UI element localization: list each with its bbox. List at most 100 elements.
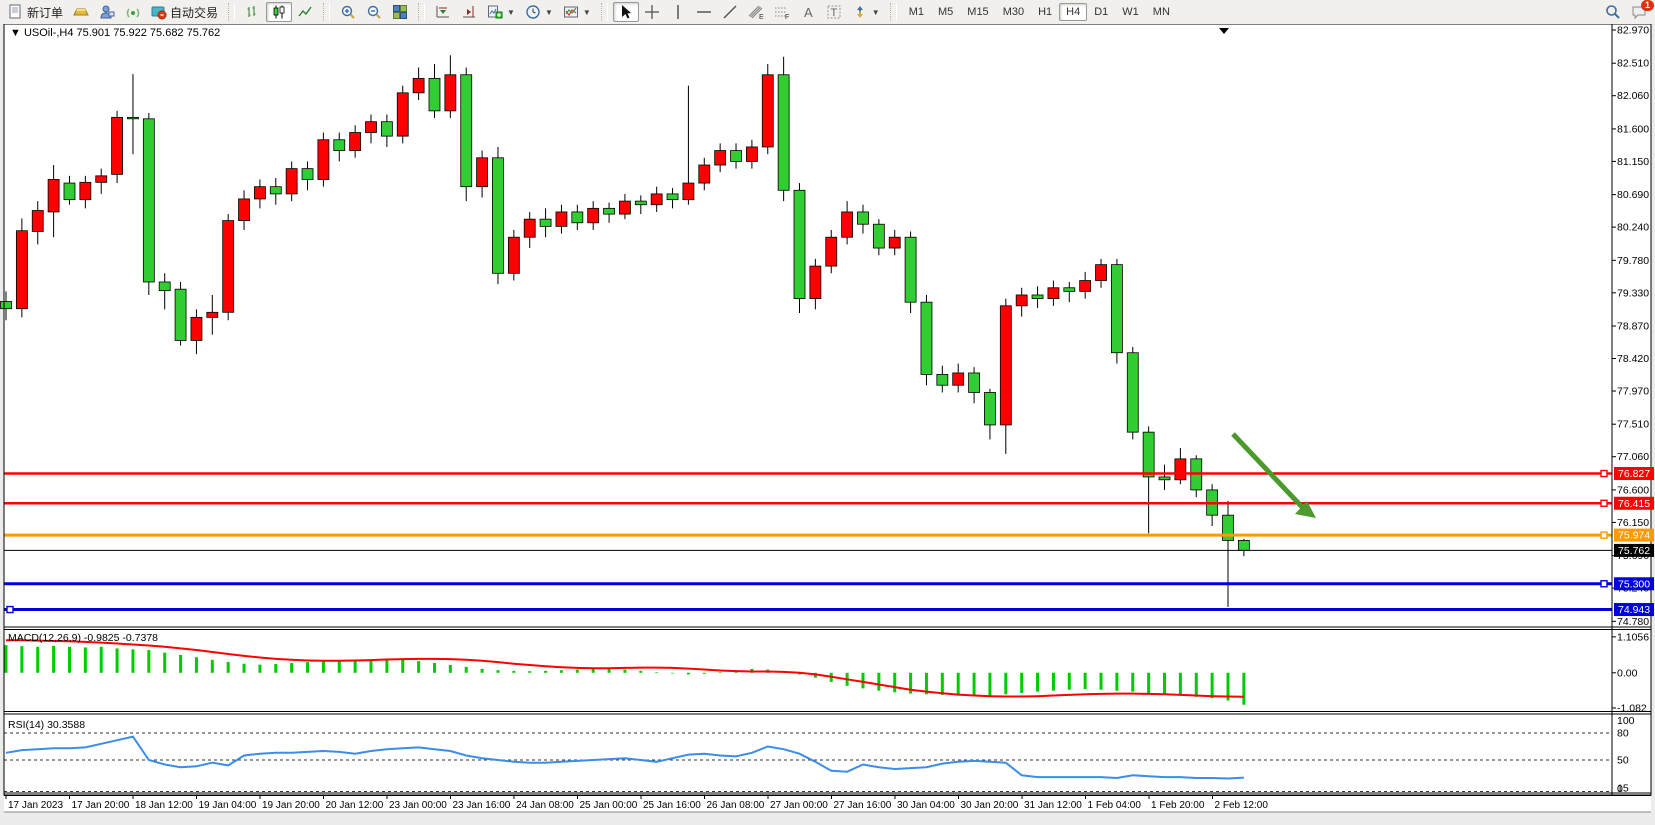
candle-body: [1175, 459, 1186, 480]
time-tick-label: 1 Feb 04:00: [1088, 800, 1142, 811]
candle-body: [239, 199, 250, 221]
horizontal-line-icon: [696, 4, 712, 20]
timeframe-button-h4[interactable]: H4: [1059, 3, 1087, 21]
auto-trading-label: 自动交易: [170, 4, 218, 21]
price-line-label[interactable]: 76.827: [1618, 468, 1650, 480]
fibo-retracement-button[interactable]: F: [769, 2, 795, 22]
chevron-down-icon: ▼: [507, 8, 515, 17]
timeframe-button-w1[interactable]: W1: [1115, 3, 1146, 21]
candle-body: [1064, 288, 1075, 292]
vertical-line-button[interactable]: [665, 2, 691, 22]
svg-text:A: A: [804, 5, 813, 20]
candlestick-button[interactable]: [266, 2, 292, 22]
timeframe-button-m30[interactable]: M30: [996, 3, 1031, 21]
tile-windows-button[interactable]: [387, 2, 413, 22]
price-line-handle[interactable]: [1601, 471, 1607, 477]
candle-body: [64, 183, 75, 200]
price-line-handle[interactable]: [1601, 581, 1607, 587]
price-line-handle[interactable]: [7, 607, 13, 613]
text-label-button[interactable]: T: [821, 2, 847, 22]
main-toolbar: 新订单 自动交易 ▼▼▼ EFAT▼ M1M5M15M30H1H4D1W1MN …: [0, 0, 1655, 25]
fibo-channel-button[interactable]: E: [743, 2, 769, 22]
line-chart-icon: [297, 4, 313, 20]
new-order-button[interactable]: 新订单: [3, 2, 68, 23]
autotrade-icon: [151, 4, 167, 20]
zoom-out-button[interactable]: [361, 2, 387, 22]
bar-chart-button[interactable]: [240, 2, 266, 22]
chart-title[interactable]: ▼ USOil-,H4 75.901 75.922 75.682 75.762: [10, 27, 220, 39]
candle-body: [619, 201, 630, 214]
price-tick-label: 78.420: [1617, 353, 1649, 365]
chevron-down-icon: ▼: [583, 8, 591, 17]
signals-button[interactable]: [120, 2, 146, 22]
line-chart-button[interactable]: [292, 2, 318, 22]
new-chart-icon: [487, 4, 503, 20]
market-watch-button[interactable]: [68, 2, 94, 22]
clock-button[interactable]: ▼: [520, 2, 558, 22]
new-chart-button[interactable]: ▼: [482, 2, 520, 22]
candle-body: [905, 237, 916, 302]
price-line-handle[interactable]: [1601, 532, 1607, 538]
trendline-button[interactable]: [717, 2, 743, 22]
candle-body: [1222, 515, 1233, 540]
price-line-label[interactable]: 76.415: [1618, 498, 1650, 510]
zoom-in-button[interactable]: [335, 2, 361, 22]
price-line-label[interactable]: 74.943: [1618, 604, 1650, 616]
text-label-icon: T: [826, 4, 842, 20]
price-line-handle[interactable]: [1601, 500, 1607, 506]
search-icon[interactable]: [1605, 4, 1621, 20]
timeframe-button-h1[interactable]: H1: [1031, 3, 1059, 21]
candle-body: [746, 147, 757, 161]
cursor-button[interactable]: [613, 2, 639, 22]
clock-icon: [525, 4, 541, 20]
timeframe-button-m1[interactable]: M1: [902, 3, 931, 21]
candle-body: [350, 133, 361, 151]
macd-tick-label: 0.00: [1617, 667, 1638, 679]
price-line-label[interactable]: 75.974: [1618, 530, 1650, 542]
candle-body: [286, 169, 297, 194]
timeframe-button-d1[interactable]: D1: [1087, 3, 1115, 21]
candle-body: [1000, 306, 1011, 425]
svg-text:T: T: [830, 7, 837, 19]
profile-chart-icon: [563, 4, 579, 20]
auto-trading-button[interactable]: 自动交易: [146, 2, 223, 23]
time-tick-label: 24 Jan 08:00: [516, 800, 574, 811]
candle-body: [604, 208, 615, 214]
crosshair-icon: [644, 4, 660, 20]
toolbar-separator: [890, 3, 897, 21]
notifications-button[interactable]: 1: [1631, 4, 1647, 20]
profile-chart-button[interactable]: ▼: [558, 2, 596, 22]
macd-tick-label: -1.082: [1617, 702, 1647, 714]
candle-body: [731, 151, 742, 162]
text-button[interactable]: A: [795, 2, 821, 22]
chart-shift-button[interactable]: [456, 2, 482, 22]
timeframe-button-m5[interactable]: M5: [931, 3, 960, 21]
chevron-down-icon: ▼: [872, 8, 880, 17]
candle-body: [937, 374, 948, 385]
candle-body: [1, 301, 12, 308]
horizontal-line-button[interactable]: [691, 2, 717, 22]
candle-body: [1127, 353, 1138, 432]
candle-body: [1159, 477, 1170, 480]
candle-body: [445, 75, 456, 111]
candle-body: [588, 208, 599, 222]
candle-body: [524, 219, 535, 237]
macd-label: MACD(12,26,9) -0.9825 -0.7378: [8, 632, 158, 644]
accounts-button[interactable]: [94, 2, 120, 22]
timeframe-button-m15[interactable]: M15: [960, 3, 995, 21]
autoscroll-button[interactable]: [430, 2, 456, 22]
candle-body: [715, 151, 726, 165]
candle-body: [461, 75, 472, 187]
chart-area[interactable]: 82.97082.51082.06081.60081.15080.69080.2…: [0, 24, 1655, 825]
toolbar-separator: [323, 3, 330, 21]
toolbar-separator: [601, 3, 608, 21]
price-line-label[interactable]: 75.300: [1618, 578, 1650, 590]
arrows-button[interactable]: ▼: [847, 2, 885, 22]
chart-svg[interactable]: 82.97082.51082.06081.60081.15080.69080.2…: [0, 24, 1655, 825]
price-line-label[interactable]: 75.762: [1618, 545, 1650, 557]
price-tick-label: 77.970: [1617, 386, 1649, 398]
crosshair-button[interactable]: [639, 2, 665, 22]
candle-body: [397, 93, 408, 136]
price-tick-label: 76.600: [1617, 484, 1649, 496]
timeframe-button-mn[interactable]: MN: [1146, 3, 1177, 21]
